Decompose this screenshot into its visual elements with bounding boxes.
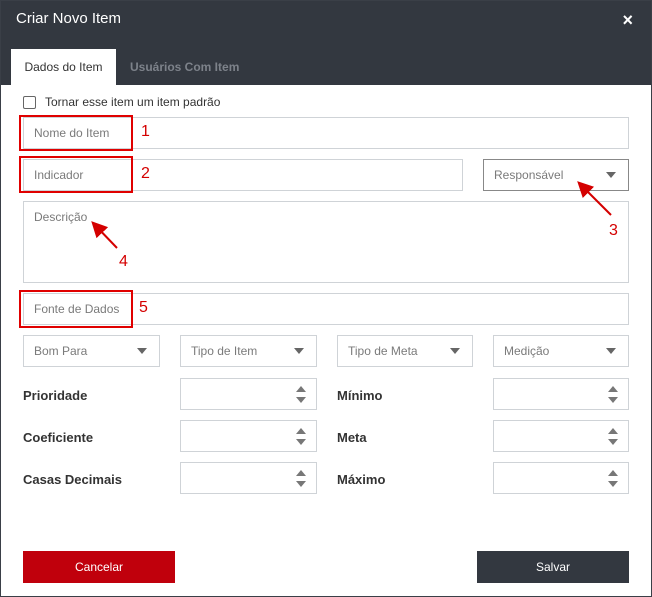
default-item-checkbox-label: Tornar esse item um item padrão (45, 95, 221, 109)
spinner-icon[interactable] (296, 428, 306, 446)
responsavel-select-value: Responsável (494, 168, 564, 182)
dialog-title: Criar Novo Item (16, 10, 122, 27)
casas-decimais-input[interactable] (180, 462, 317, 494)
minimo-label: Mínimo (337, 388, 383, 403)
bom-para-select[interactable]: Bom Para (23, 335, 160, 367)
annotation-number-2: 2 (141, 165, 150, 182)
cancel-button[interactable]: Cancelar (23, 551, 175, 583)
medicao-select[interactable]: Medição (493, 335, 629, 367)
spinner-icon[interactable] (608, 386, 618, 404)
annotation-number-1: 1 (141, 123, 150, 140)
spinner-icon[interactable] (608, 470, 618, 488)
chevron-down-icon (294, 348, 304, 354)
tab-usuarios-com-item[interactable]: Usuários Com Item (130, 49, 239, 85)
tipo-de-item-select-value: Tipo de Item (191, 344, 258, 358)
tipo-de-item-select[interactable]: Tipo de Item (180, 335, 317, 367)
casas-decimais-label: Casas Decimais (23, 472, 123, 487)
chevron-down-icon (450, 348, 460, 354)
default-item-checkbox[interactable] (23, 95, 36, 109)
prioridade-label: Prioridade (23, 388, 88, 403)
chevron-down-icon (606, 172, 616, 178)
dialog-header: Criar Novo Item × Dados do Item Usuários… (1, 1, 651, 85)
chevron-down-icon (606, 348, 616, 354)
spinner-icon[interactable] (608, 428, 618, 446)
bom-para-select-value: Bom Para (34, 344, 88, 358)
minimo-input[interactable] (493, 378, 629, 410)
annotation-box-5 (19, 290, 133, 328)
meta-label: Meta (337, 430, 367, 445)
default-item-checkbox-row[interactable]: Tornar esse item um item padrão (23, 93, 220, 111)
responsavel-select[interactable]: Responsável (483, 159, 629, 191)
coeficiente-input[interactable] (180, 420, 317, 452)
annotation-number-3: 3 (609, 222, 618, 239)
tipo-de-meta-select[interactable]: Tipo de Meta (337, 335, 473, 367)
spinner-icon[interactable] (296, 470, 306, 488)
tipo-de-meta-select-value: Tipo de Meta (348, 344, 418, 358)
save-button[interactable]: Salvar (477, 551, 629, 583)
annotation-box-2 (19, 156, 133, 193)
annotation-number-5: 5 (139, 299, 148, 316)
descricao-placeholder: Descrição (34, 210, 88, 224)
annotation-box-1 (19, 115, 133, 151)
tab-dados-do-item[interactable]: Dados do Item (11, 49, 116, 85)
descricao-textarea[interactable]: Descrição (23, 201, 629, 283)
maximo-input[interactable] (493, 462, 629, 494)
chevron-down-icon (137, 348, 147, 354)
medicao-select-value: Medição (504, 344, 550, 358)
prioridade-input[interactable] (180, 378, 317, 410)
spinner-icon[interactable] (296, 386, 306, 404)
annotation-number-4: 4 (119, 253, 128, 270)
maximo-label: Máximo (337, 472, 386, 487)
meta-input[interactable] (493, 420, 629, 452)
coeficiente-label: Coeficiente (23, 430, 94, 445)
create-item-dialog: Criar Novo Item × Dados do Item Usuários… (0, 0, 652, 597)
close-icon[interactable]: × (622, 11, 633, 29)
